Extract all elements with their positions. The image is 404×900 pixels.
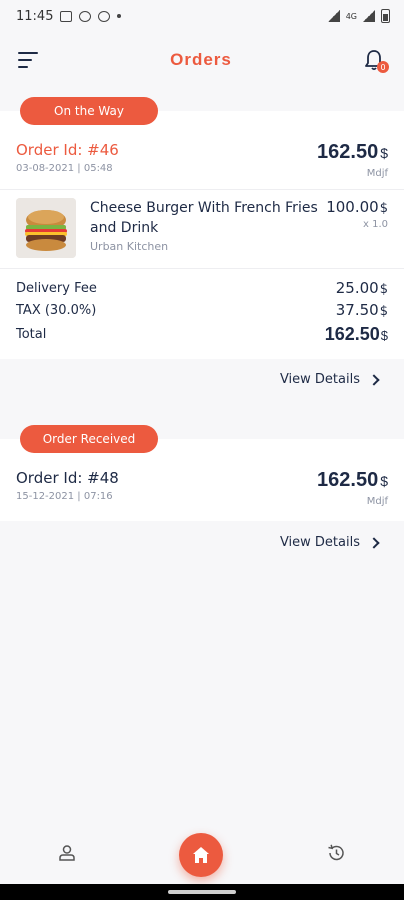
status-bar: 11:45 4G [0, 0, 404, 32]
whatsapp-notification-icon [79, 10, 92, 22]
profile-icon [59, 845, 75, 861]
profile-tab[interactable] [58, 844, 76, 866]
notification-button[interactable]: 0 [362, 48, 389, 73]
gallery-notification-icon [60, 10, 73, 22]
merchant-code: Mdjf [366, 496, 388, 507]
chevron-right-icon [368, 536, 380, 549]
view-details-link[interactable]: View Details [279, 535, 380, 550]
currency-symbol: $ [380, 473, 388, 489]
network-type: 4G [345, 11, 357, 21]
app-header: Orders 0 [0, 32, 404, 88]
tax-value: 37.50 [335, 301, 379, 319]
tax-label: TAX (30.0%) [16, 302, 97, 318]
order-id: Order Id: #48 [16, 469, 119, 487]
tax-row: TAX (30.0%) 37.50$ [16, 301, 388, 319]
order-amount: 162.50 $ [317, 141, 388, 163]
history-tab[interactable] [326, 843, 346, 867]
notification-badge: 0 [377, 61, 389, 73]
view-details-label: View Details [279, 372, 360, 387]
total-row: Total 162.50$ [16, 323, 388, 344]
page-title: Orders [170, 50, 232, 69]
home-indicator[interactable] [168, 890, 236, 894]
order-status-badge: On the Way [20, 97, 158, 125]
signal-icon [327, 10, 340, 22]
fee-value: 25.00 [335, 279, 379, 297]
item-name: Cheese Burger With French Fries and Drin… [90, 200, 318, 236]
total-value: 162.50 [324, 323, 380, 344]
fee-label: Delivery Fee [16, 280, 97, 296]
nfc-icon [308, 11, 322, 22]
home-icon [193, 847, 209, 863]
skype-notification-icon [98, 10, 111, 22]
item-shop: Urban Kitchen [90, 240, 169, 253]
item-price: 100.00$ [326, 198, 388, 216]
order-item: Cheese Burger With French Fries and Drin… [0, 190, 404, 258]
order-status-badge: Order Received [20, 425, 158, 453]
system-navigation-bar [0, 884, 404, 900]
order-id: Order Id: #46 [16, 141, 119, 159]
item-quantity: x 1.0 [363, 219, 388, 230]
view-details-link[interactable]: View Details [279, 372, 380, 387]
view-details-label: View Details [279, 535, 360, 550]
delivery-fee-row: Delivery Fee 25.00$ [16, 279, 388, 297]
bottom-nav [0, 826, 404, 884]
home-button[interactable] [179, 833, 223, 877]
order-card[interactable]: Order Id: #46 03-08-2021 | 05:48 162.50 $… [0, 111, 404, 359]
order-date: 03-08-2021 | 05:48 [16, 163, 113, 174]
item-image [16, 198, 76, 258]
vibrate-icon [288, 11, 302, 21]
status-time: 11:45 [16, 8, 54, 24]
history-icon [328, 844, 344, 861]
chevron-right-icon [368, 373, 380, 386]
merchant-code: Mdjf [366, 168, 388, 179]
battery-icon [381, 9, 390, 23]
order-date: 15-12-2021 | 07:16 [16, 491, 113, 502]
more-notifications-icon [117, 14, 122, 18]
currency-symbol: $ [380, 145, 388, 161]
menu-icon[interactable] [18, 52, 40, 68]
signal-icon-2 [363, 10, 375, 22]
total-label: Total [16, 326, 47, 342]
order-amount: 162.50 $ [317, 469, 388, 491]
